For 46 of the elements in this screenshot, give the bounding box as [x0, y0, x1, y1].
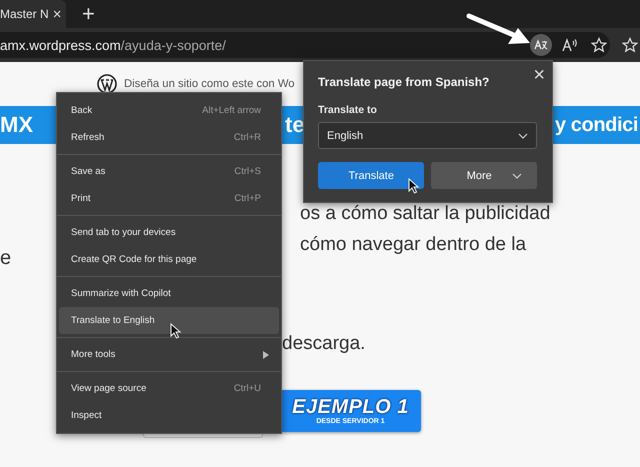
menu-item[interactable]: Translate to English	[59, 307, 279, 334]
menu-item[interactable]: View page source Ctrl+U	[59, 375, 279, 402]
menu-item[interactable]: More tools	[59, 341, 279, 368]
menu-item-label: Translate to English	[71, 315, 155, 326]
menu-item-label: Summarize with Copilot	[71, 288, 171, 299]
menu-item[interactable]: Inspect	[59, 402, 279, 429]
close-button[interactable]: ×	[533, 67, 545, 83]
translate-button[interactable]: Translate	[318, 162, 424, 189]
tab-close-button[interactable]: ×	[52, 6, 62, 22]
site-banner-text: Diseña un sitio como este con Wo	[124, 78, 295, 90]
new-tab-button[interactable]: +	[76, 0, 101, 28]
paragraph-text: os a cómo saltar la publicidad	[300, 202, 550, 226]
menu-item-label: Create QR Code for this page	[71, 254, 197, 265]
menu-item-label: Back	[71, 105, 92, 116]
menu-item[interactable]: Create QR Code for this page	[59, 246, 279, 273]
header-title-text: MX	[0, 112, 33, 138]
menu-item[interactable]: Send tab to your devices	[59, 219, 279, 246]
header-title-text: y condici	[554, 114, 639, 136]
menu-item-label: Save as	[71, 166, 106, 177]
menu-item[interactable]: Print Ctrl+P	[59, 185, 279, 212]
popup-title: Translate page from Spanish?	[318, 75, 490, 89]
shortcut-text: Ctrl+P	[234, 193, 261, 204]
paragraph-text: e	[0, 247, 12, 270]
browser-tab[interactable]: Master N ×	[0, 0, 66, 28]
more-button[interactable]: More	[431, 162, 537, 189]
address-field[interactable]: amx.wordpress.com/ayuda-y-soporte/	[0, 32, 610, 58]
menu-item[interactable]: Save as Ctrl+S	[59, 158, 279, 185]
header-title-text: te	[285, 112, 305, 138]
menu-item-label: Print	[71, 193, 91, 204]
menu-item-label: More tools	[71, 349, 116, 360]
menu-item-label: View page source	[71, 383, 146, 394]
menu-item[interactable]: Refresh Ctrl+R	[59, 124, 279, 151]
menu-item-label: Inspect	[71, 410, 102, 421]
menu-item-label: Refresh	[71, 132, 104, 143]
tab-title: Master N	[0, 7, 49, 21]
shortcut-text: Ctrl+U	[234, 383, 261, 394]
shortcut-text: Ctrl+S	[234, 166, 261, 177]
shortcut-text: Alt+Left arrow	[202, 105, 261, 116]
menu-item-label: Send tab to your devices	[71, 227, 176, 238]
paragraph-text: descarga.	[282, 333, 366, 355]
paragraph-text: cómo navegar dentro de la	[300, 233, 528, 257]
language-dropdown[interactable]: English	[318, 122, 537, 149]
menu-item[interactable]: Summarize with Copilot	[59, 280, 279, 307]
menu-item[interactable]: Back Alt+Left arrow	[59, 97, 279, 124]
field-label: Translate to	[318, 104, 378, 116]
shortcut-text: Ctrl+R	[234, 132, 261, 143]
